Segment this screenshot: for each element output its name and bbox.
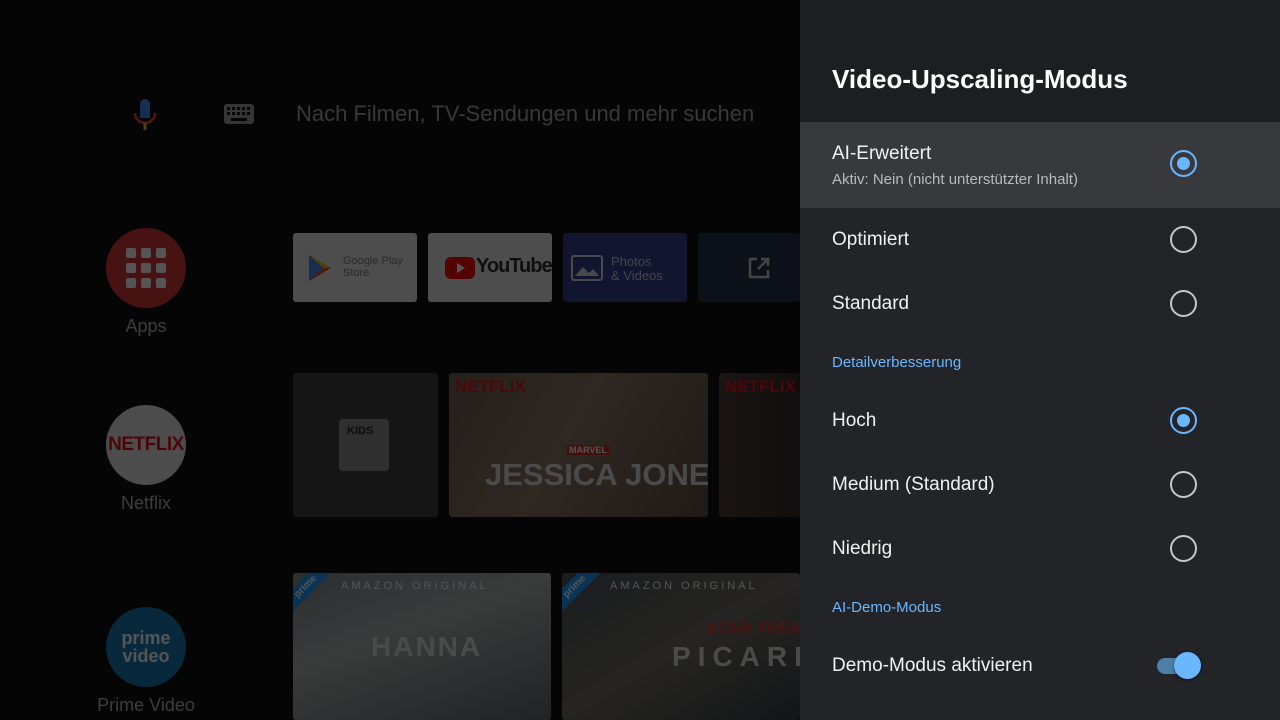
- rail-label-netflix: Netflix: [120, 493, 171, 513]
- prime-corner-badge: prime: [293, 573, 337, 618]
- amazon-original-banner-2: AMAZON ORIGINAL: [610, 580, 758, 592]
- amazon-original-banner: AMAZON ORIGINAL: [341, 580, 489, 592]
- content-tile-picard[interactable]: prime AMAZON ORIGINAL STAR TREK PICARD: [562, 573, 800, 720]
- keyboard-icon[interactable]: [224, 104, 254, 124]
- show-title-hanna: HANNA: [371, 631, 483, 662]
- photos-line1: Photos: [611, 254, 652, 269]
- option-standard[interactable]: Standard: [800, 272, 1280, 336]
- option-label: Niedrig: [832, 538, 893, 559]
- settings-panel: Video-Upscaling-Modus AI-Erweitert Aktiv…: [800, 0, 1280, 720]
- youtube-wordmark: YouTube: [476, 255, 552, 277]
- prime-video-logo: prime video: [106, 607, 186, 687]
- option-demo-mode[interactable]: Demo-Modus aktivieren: [800, 634, 1280, 698]
- option-label: Hoch: [832, 410, 877, 431]
- netflix-badge: NETFLIX: [455, 377, 526, 396]
- content-tile-jessica-jones[interactable]: NETFLIX MARVEL JESSICA JONES: [449, 373, 708, 517]
- content-tile-netflix-3[interactable]: NETFLIX: [719, 373, 800, 517]
- open-external-icon: [748, 257, 770, 279]
- radio-standard[interactable]: [1170, 290, 1197, 317]
- app-tile-youtube[interactable]: YouTube: [428, 233, 552, 302]
- google-play-icon: [309, 255, 331, 281]
- toggle-thumb: [1174, 652, 1201, 679]
- kids-icon: KIDS: [339, 419, 389, 471]
- marvel-badge: MARVEL: [567, 445, 609, 455]
- search-field[interactable]: Nach Filmen, TV-Sendungen und mehr suche…: [296, 101, 754, 127]
- option-status: Aktiv: Nein (nicht unterstützter Inhalt): [832, 171, 1078, 188]
- option-label: Optimiert: [832, 229, 910, 250]
- section-detail-enhancement: Detailverbesserung: [832, 354, 962, 371]
- section-ai-demo: AI-Demo-Modus: [832, 599, 942, 616]
- google-play-line1: Google Play: [343, 255, 403, 267]
- option-label: Medium (Standard): [832, 474, 995, 495]
- kids-label: KIDS: [347, 425, 374, 437]
- panel-header: Video-Upscaling-Modus: [800, 0, 1280, 122]
- photo-icon: [571, 255, 603, 281]
- youtube-icon: [445, 257, 475, 279]
- option-detail-medium[interactable]: Medium (Standard): [800, 453, 1280, 517]
- rail-apps[interactable]: Apps: [96, 228, 196, 337]
- rail-prime-video[interactable]: prime video Prime Video: [96, 607, 196, 716]
- panel-title: Video-Upscaling-Modus: [832, 64, 1128, 94]
- photos-line2: & Videos: [611, 268, 663, 283]
- show-title-picard: PICARD: [672, 641, 800, 672]
- app-tile-external[interactable]: [698, 233, 800, 302]
- option-optimized[interactable]: Optimiert: [800, 208, 1280, 272]
- google-play-line2: Store: [343, 267, 370, 279]
- rail-label-apps: Apps: [125, 316, 167, 336]
- netflix-logo: NETFLIX: [106, 405, 186, 485]
- option-label: Standard: [832, 293, 910, 314]
- demo-mode-toggle[interactable]: [1157, 652, 1201, 680]
- tv-screen: Nach Filmen, TV-Sendungen und mehr suche…: [0, 0, 1280, 720]
- apps-grid-icon: [106, 228, 186, 308]
- home-launcher-background: Nach Filmen, TV-Sendungen und mehr suche…: [0, 0, 800, 720]
- content-tile-netflix-kids[interactable]: KIDS: [293, 373, 438, 517]
- demo-mode-label: Demo-Modus aktivieren: [832, 655, 1033, 676]
- prime-corner-badge-2: prime: [562, 573, 606, 618]
- netflix-badge-2: NETFLIX: [725, 377, 796, 396]
- app-tile-google-play[interactable]: Google Play Store: [293, 233, 417, 302]
- microphone-icon[interactable]: [131, 98, 159, 132]
- option-detail-low[interactable]: Niedrig: [800, 517, 1280, 581]
- app-tile-photos-videos[interactable]: Photos & Videos: [563, 233, 687, 302]
- content-tile-hanna[interactable]: prime AMAZON ORIGINAL HANNA: [293, 573, 551, 720]
- radio-ai-enhanced[interactable]: [1170, 150, 1197, 177]
- rail-netflix[interactable]: NETFLIX Netflix: [96, 405, 196, 514]
- radio-detail-medium[interactable]: [1170, 471, 1197, 498]
- rail-label-prime-video: Prime Video: [97, 695, 195, 715]
- radio-detail-low[interactable]: [1170, 535, 1197, 562]
- radio-optimized[interactable]: [1170, 226, 1197, 253]
- show-title-jessica-jones: JESSICA JONES: [485, 457, 708, 492]
- star-trek-logo: STAR TREK: [706, 619, 800, 638]
- option-ai-enhanced[interactable]: AI-Erweitert Aktiv: Nein (nicht unterstü…: [800, 122, 1280, 208]
- option-detail-high[interactable]: Hoch: [800, 389, 1280, 453]
- option-label: AI-Erweitert: [832, 143, 932, 164]
- radio-detail-high[interactable]: [1170, 407, 1197, 434]
